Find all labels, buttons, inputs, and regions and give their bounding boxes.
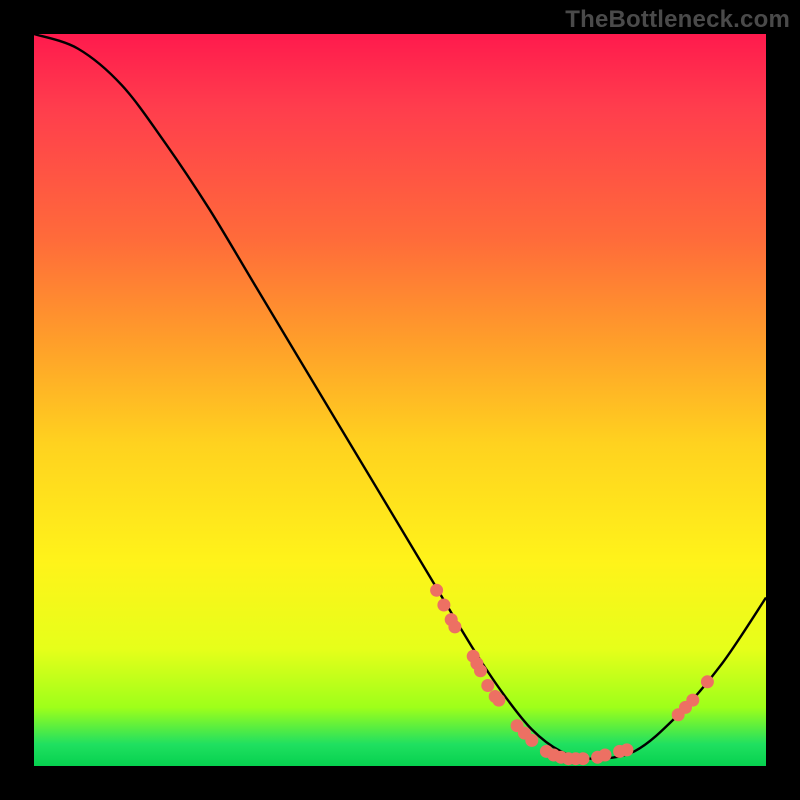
data-marker [448,620,461,633]
data-marker [525,734,538,747]
data-marker [481,679,494,692]
curve-svg [34,34,766,766]
data-markers [430,584,714,765]
data-marker [686,694,699,707]
plot-area [34,34,766,766]
data-marker [437,599,450,612]
data-marker [620,743,633,756]
watermark-text: TheBottleneck.com [565,6,790,34]
data-marker [599,749,612,762]
data-marker [577,752,590,765]
data-marker [492,694,505,707]
data-marker [701,675,714,688]
bottleneck-curve [34,34,766,759]
data-marker [474,664,487,677]
data-marker [430,584,443,597]
chart-frame: TheBottleneck.com [0,0,800,800]
